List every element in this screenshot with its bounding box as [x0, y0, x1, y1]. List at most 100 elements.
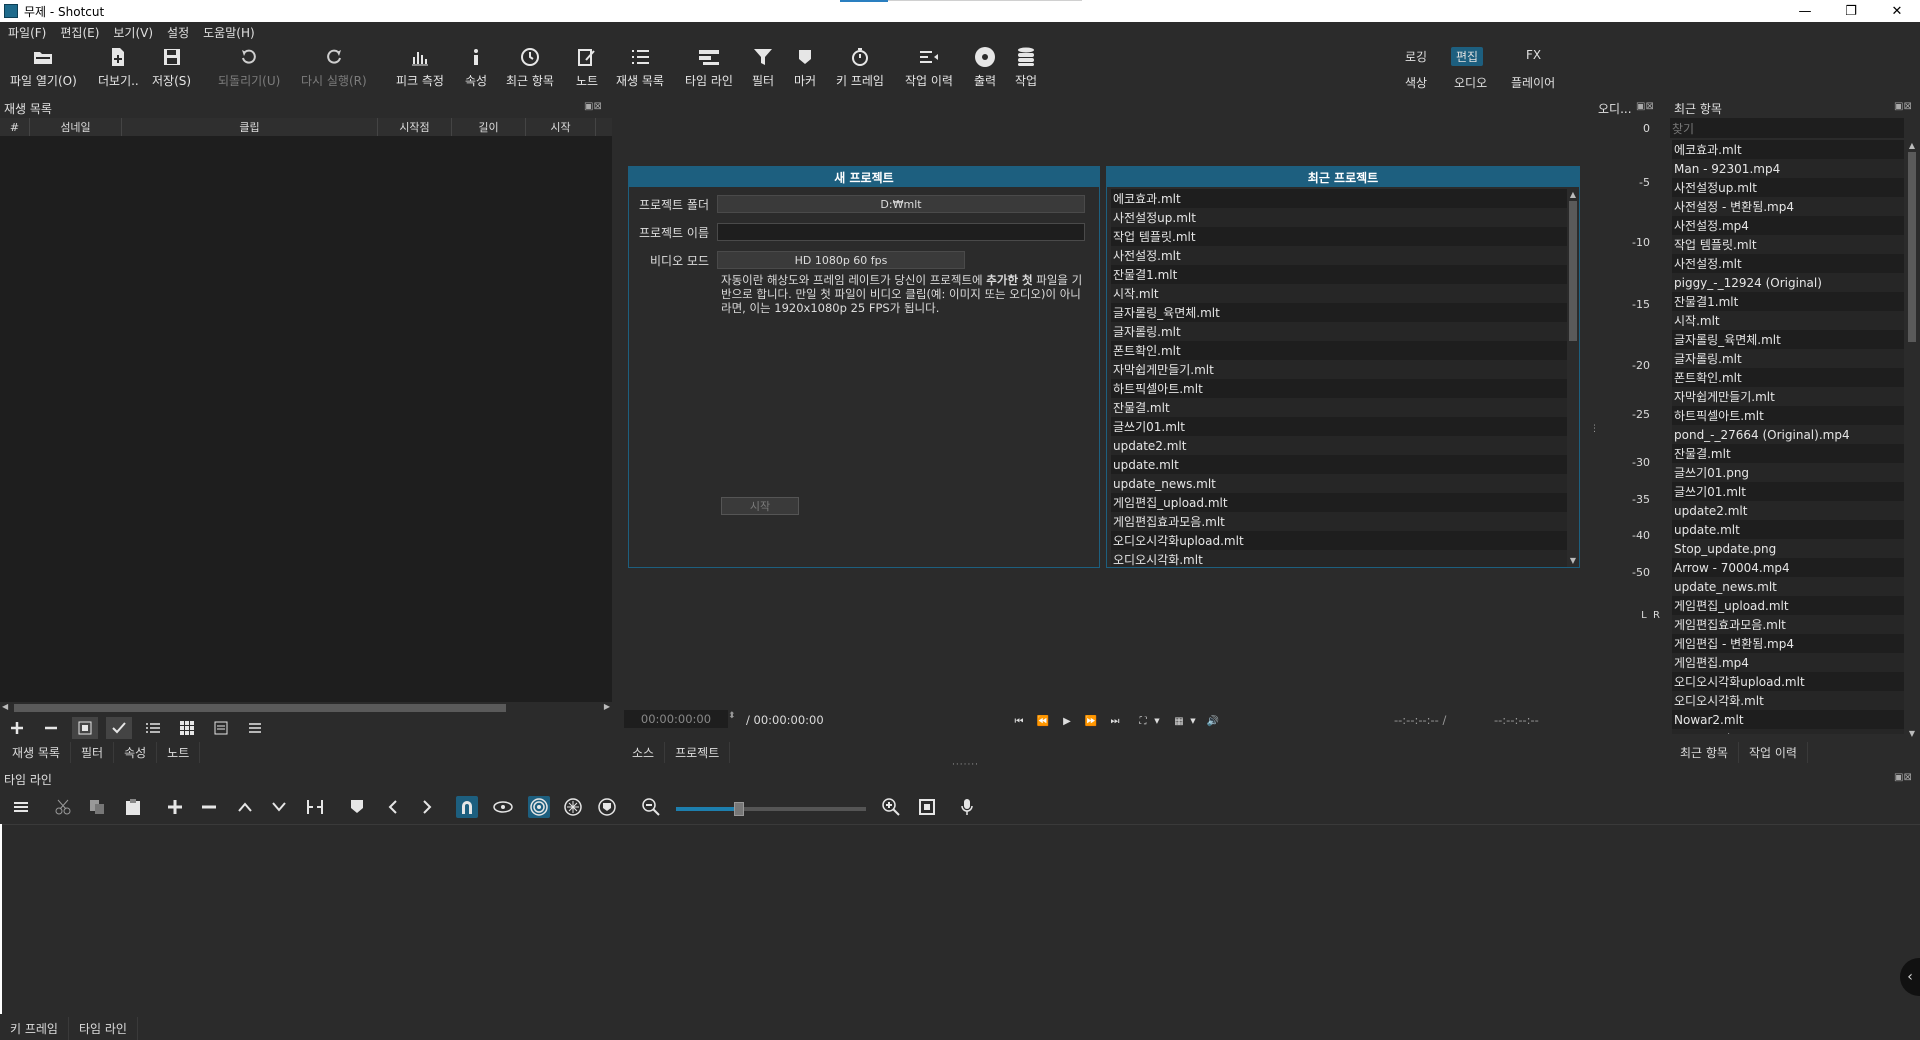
zoom-dropdown-icon[interactable]: ▼	[1150, 714, 1164, 728]
recent-file-item[interactable]: 사전설정 - 변환됨.mp4	[1672, 197, 1904, 216]
horizontal-splitter-handle[interactable]: ·······	[952, 760, 979, 770]
play-icon[interactable]: ▶	[1060, 714, 1074, 728]
recent-file-item[interactable]: Arrow - 70004.mp4	[1672, 558, 1904, 577]
recent-file-item[interactable]: 에코효과.mlt	[1672, 140, 1904, 159]
filters-button[interactable]: 필터	[752, 46, 774, 89]
grid-dropdown-icon[interactable]: ▼	[1186, 714, 1200, 728]
close-button[interactable]: ✕	[1874, 0, 1920, 22]
scrub-icon[interactable]	[492, 796, 514, 818]
recent-file-item[interactable]: 자막쉽게만들기.mlt	[1672, 387, 1904, 406]
cut-icon[interactable]	[52, 796, 74, 818]
recent-project-item[interactable]: 오디오시각화.mlt	[1111, 550, 1569, 567]
tab-recent[interactable]: 최근 항목	[1670, 742, 1739, 763]
recent-project-item[interactable]: 하트픽셀아트.mlt	[1111, 379, 1569, 398]
zoom-fit-timeline-icon[interactable]	[916, 796, 938, 818]
recent-project-item[interactable]: 작업 템플릿.mlt	[1111, 227, 1569, 246]
record-audio-icon[interactable]	[956, 796, 978, 818]
recent-project-item[interactable]: update.mlt	[1111, 455, 1569, 474]
layout-audio[interactable]: 오디오	[1454, 74, 1487, 91]
overwrite-icon[interactable]	[268, 796, 290, 818]
recent-file-item[interactable]: 글쓰기01.png	[1672, 463, 1904, 482]
recent-projects-scrollbar[interactable]: ▲ ▼	[1567, 189, 1579, 567]
fast-forward-icon[interactable]: ⏩	[1084, 714, 1098, 728]
col-start[interactable]: 시작	[526, 118, 596, 136]
tab-project[interactable]: 프로젝트	[665, 742, 731, 763]
maximize-button[interactable]: ❐	[1828, 0, 1874, 22]
recent-project-item[interactable]: 글쓰기01.mlt	[1111, 417, 1569, 436]
scroll-down-icon[interactable]: ▼	[1567, 555, 1579, 565]
col-number[interactable]: #	[0, 118, 30, 136]
menu-view[interactable]: 보기(V)	[113, 24, 153, 41]
grid-icon[interactable]: ▦	[1172, 714, 1186, 728]
recent-project-item[interactable]: 게임편집_upload.mlt	[1111, 493, 1569, 512]
recent-project-item[interactable]: 게임편집효과모음.mlt	[1111, 512, 1569, 531]
col-clip[interactable]: 클립	[122, 118, 378, 136]
recent-file-item[interactable]: 잔물결.mlt	[1672, 444, 1904, 463]
timeline-playhead[interactable]	[0, 824, 2, 1014]
recent-projects-list[interactable]: 에코효과.mlt 사전설정up.mlt 작업 템플릿.mlt 사전설정.mlt 잔물결1…	[1111, 189, 1569, 567]
layout-player[interactable]: 플레이어	[1511, 74, 1555, 91]
col-duration[interactable]: 길이	[452, 118, 526, 136]
layout-color[interactable]: 색상	[1405, 74, 1427, 91]
check-icon[interactable]	[106, 717, 132, 739]
recent-panel-scroll-thumb[interactable]	[1908, 152, 1916, 342]
previous-marker-icon[interactable]	[382, 796, 404, 818]
recent-projects-scroll-thumb[interactable]	[1569, 201, 1577, 341]
skip-next-icon[interactable]: ⏭	[1108, 714, 1122, 728]
recent-project-item[interactable]: 글자롤링.mlt	[1111, 322, 1569, 341]
recent-project-item[interactable]: 오디오시각화upload.mlt	[1111, 531, 1569, 550]
add-icon[interactable]	[4, 717, 30, 739]
copy-icon[interactable]	[86, 796, 108, 818]
recent-file-item[interactable]: Nowar2.mlt	[1672, 710, 1904, 729]
undo-button[interactable]: 되돌리기(U)	[218, 46, 280, 89]
remove-clip-icon[interactable]	[198, 796, 220, 818]
tab-properties[interactable]: 속성	[114, 742, 158, 763]
recent-file-item[interactable]: 글자롤링_육면체.mlt	[1672, 330, 1904, 349]
next-marker-icon[interactable]	[416, 796, 438, 818]
recent-file-item[interactable]: 오디오시각화.mlt	[1672, 691, 1904, 710]
zoom-slider-knob[interactable]	[733, 802, 744, 816]
audio-meter-dock-buttons[interactable]: ▣⊠	[1636, 101, 1654, 112]
recent-search-input[interactable]: 찾기	[1670, 118, 1904, 138]
recent-file-item[interactable]: 작업 템플릿.mlt	[1672, 235, 1904, 254]
scroll-right-icon[interactable]: ▶	[604, 702, 610, 711]
timecode-position[interactable]: 00:00:00:00	[624, 710, 728, 728]
recent-files-list[interactable]: 에코효과.mlt Man - 92301.mp4 사전설정up.mlt 사전설정 - …	[1672, 140, 1904, 734]
menu-help[interactable]: 도움말(H)	[203, 24, 255, 41]
recent-panel-scrollbar[interactable]: ▲ ▼	[1906, 140, 1918, 740]
tab-notes[interactable]: 노트	[157, 742, 201, 763]
scroll-down-icon[interactable]: ▼	[1906, 728, 1918, 738]
save-button[interactable]: 저장(S)	[152, 46, 191, 89]
remove-icon[interactable]	[38, 717, 64, 739]
recent-project-item[interactable]: 잔물결.mlt	[1111, 398, 1569, 417]
recent-file-item[interactable]: 게임편집 - 변환됨.mp4	[1672, 634, 1904, 653]
playlist-dock-buttons[interactable]: ▣⊠	[584, 101, 602, 112]
volume-icon[interactable]: 🔊	[1206, 714, 1220, 728]
playlist-menu-icon[interactable]	[242, 717, 268, 739]
recent-project-item[interactable]: 시작.mlt	[1111, 284, 1569, 303]
menu-settings[interactable]: 설정	[167, 24, 189, 41]
tab-timeline[interactable]: 타임 라인	[69, 1016, 138, 1040]
peak-meter-button[interactable]: 피크 측정	[396, 46, 444, 89]
rewind-icon[interactable]: ⏪	[1036, 714, 1050, 728]
col-in[interactable]: 시작점	[378, 118, 452, 136]
icons-view-icon[interactable]	[208, 717, 234, 739]
recent-file-item[interactable]: update2.mlt	[1672, 501, 1904, 520]
recent-file-item[interactable]: 하트픽셀아트.mlt	[1672, 406, 1904, 425]
jobs-button[interactable]: 작업	[1015, 46, 1037, 89]
recent-file-item[interactable]: 사전설정.mp4	[1672, 216, 1904, 235]
recent-project-item[interactable]: update_news.mlt	[1111, 474, 1569, 493]
split-icon[interactable]	[304, 796, 326, 818]
recent-file-item[interactable]: 게임편집_upload.mlt	[1672, 596, 1904, 615]
zoom-slider[interactable]	[676, 802, 866, 816]
tab-source[interactable]: 소스	[622, 742, 666, 763]
export-button[interactable]: 출력	[974, 46, 996, 89]
zoom-fit-icon[interactable]: ⛶	[1136, 714, 1150, 728]
scroll-up-icon[interactable]: ▲	[1906, 140, 1918, 150]
skip-previous-icon[interactable]: ⏮	[1012, 714, 1026, 728]
more-button[interactable]: 더보기..	[98, 46, 139, 89]
menu-file[interactable]: 파일(F)	[8, 24, 46, 41]
paste-icon[interactable]	[122, 796, 144, 818]
playlist-hscrollbar[interactable]: ◀ ▶	[0, 702, 612, 714]
tab-filters[interactable]: 필터	[71, 742, 115, 763]
